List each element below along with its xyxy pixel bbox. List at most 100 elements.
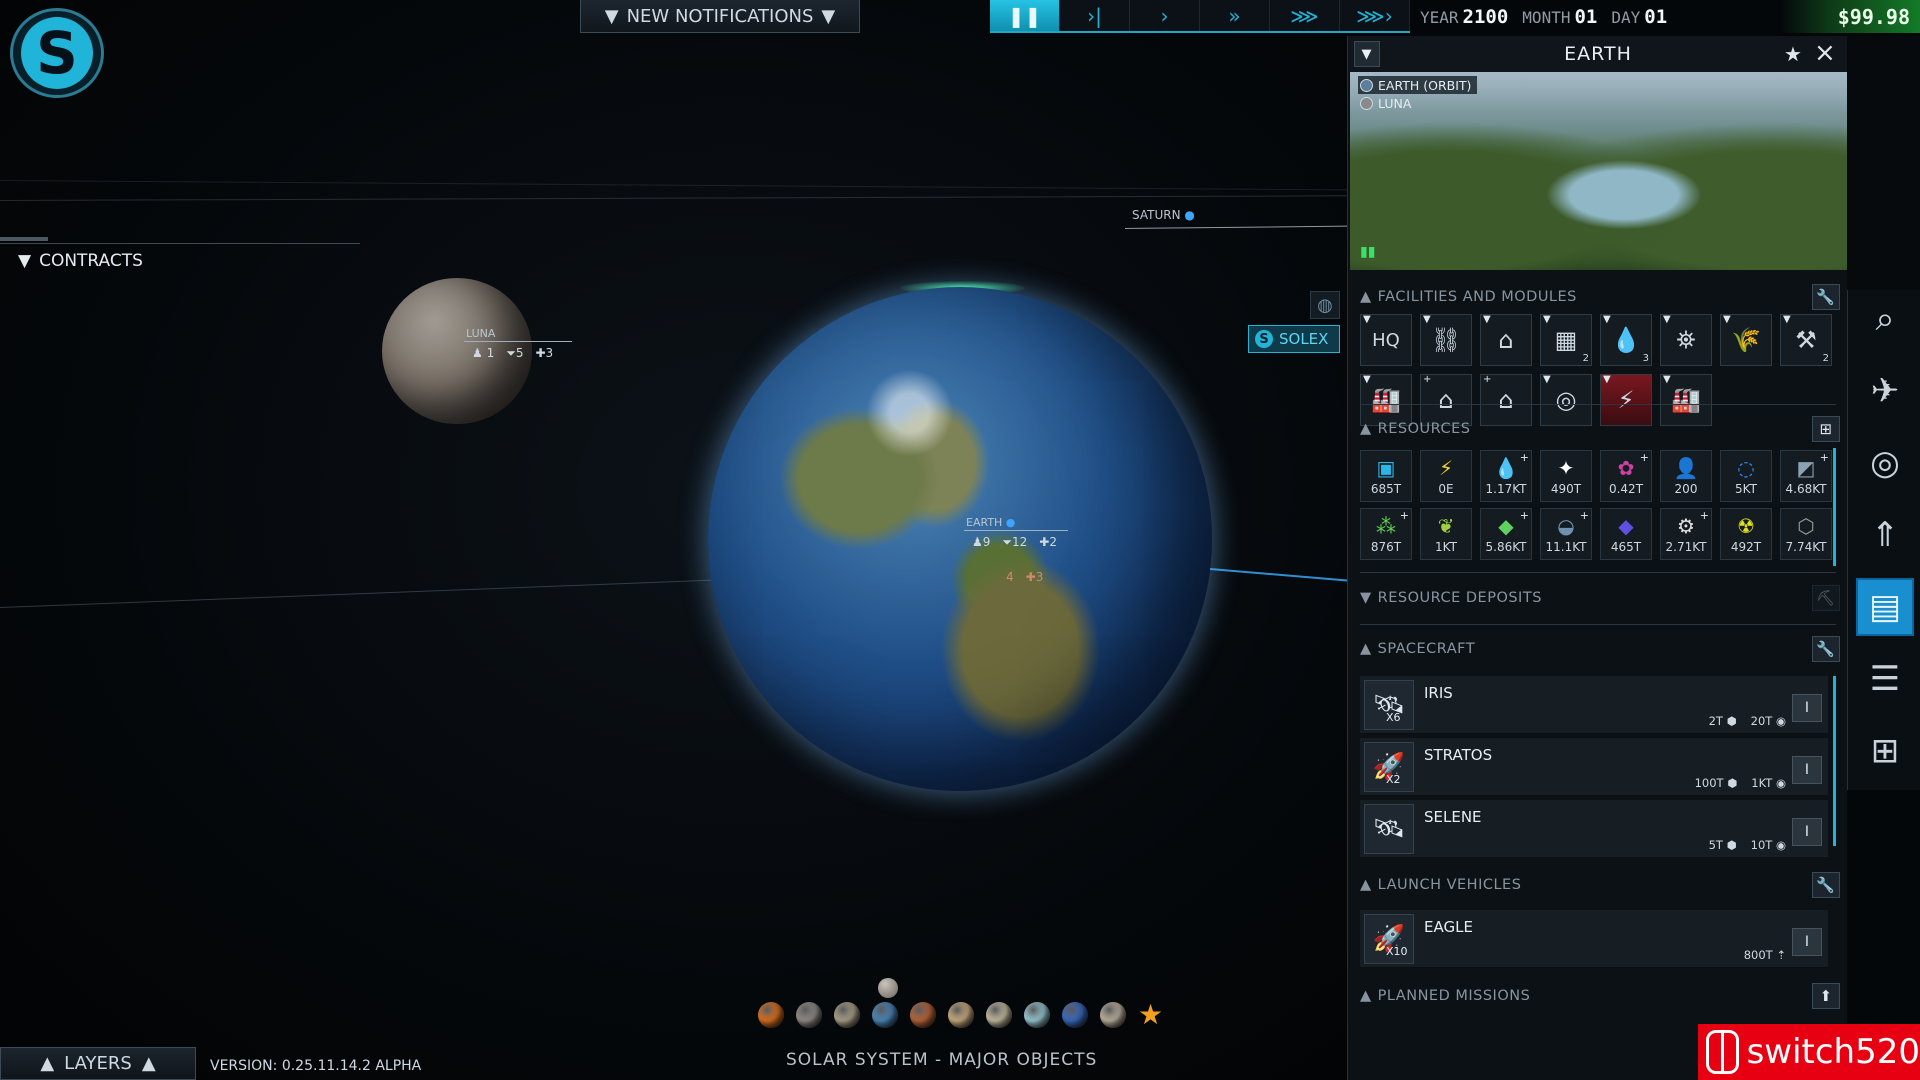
resource-slot[interactable]: ⚙ 2.71KT + — [1660, 508, 1712, 560]
facility-slot[interactable]: ▼ ⛯ — [1660, 314, 1712, 366]
facilities-icon[interactable]: ▤ — [1856, 578, 1914, 636]
plus-icon: + — [1579, 509, 1589, 522]
wrench-icon[interactable]: 🔧 — [1812, 636, 1840, 662]
facility-slot[interactable]: ▼ HQ — [1360, 314, 1412, 366]
close-icon[interactable]: × — [1814, 38, 1837, 68]
launch-vehicles-section-header[interactable]: ▲ LAUNCH VEHICLES 🔧 — [1360, 872, 1840, 898]
chevron-up-icon: ▲ — [1360, 641, 1372, 657]
facility-slot[interactable]: ▼ ⛓ — [1420, 314, 1472, 366]
info-button[interactable]: i — [1792, 928, 1822, 956]
step-button[interactable]: ›| — [1060, 0, 1130, 31]
resource-slot[interactable]: ❦ 1KT — [1420, 508, 1472, 560]
planet-jupiter-button[interactable] — [948, 1002, 974, 1028]
resources-section-header[interactable]: ▲ RESOURCES ⊞ — [1360, 416, 1840, 442]
year-display: YEAR 2100 — [1420, 6, 1508, 28]
missions-section-header[interactable]: ▲ PLANNED MISSIONS ⬆ — [1360, 983, 1840, 1009]
facility-slot[interactable]: ▼ ⚒ 2 — [1780, 314, 1832, 366]
facility-flag-icon: ▼ — [1543, 314, 1551, 325]
spacecraft-name: SELENE — [1424, 808, 1482, 826]
planet-sun-button[interactable] — [758, 1002, 784, 1028]
wrench-icon[interactable]: 🔧 — [1812, 284, 1840, 310]
location-earth-orbit[interactable]: EARTH (ORBIT) — [1358, 76, 1478, 94]
market-icon[interactable]: ⊞ — [1856, 722, 1914, 780]
resource-slot[interactable]: ◒ 11.1KT + — [1540, 508, 1592, 560]
notifications-button[interactable]: ▼ NEW NOTIFICATIONS ▼ — [580, 0, 860, 33]
layers-button[interactable]: ▲ LAYERS ▲ — [0, 1047, 196, 1080]
planet-mars-button[interactable] — [910, 1002, 936, 1028]
facility-slot[interactable]: ▼ 💧 3 — [1600, 314, 1652, 366]
planet-pluto-button[interactable] — [1100, 1002, 1126, 1028]
finance-icon[interactable]: ☰ — [1856, 650, 1914, 708]
resource-slot[interactable]: ✿ 0.42T + — [1600, 450, 1652, 502]
satellite-icon[interactable]: ✈ — [1856, 362, 1914, 420]
resource-slot[interactable]: ◆ 465T — [1600, 508, 1652, 560]
saturn-tag[interactable]: SATURN ● — [1132, 208, 1195, 222]
location-luna[interactable]: LUNA — [1358, 94, 1417, 112]
facility-icon: ⛯ — [1676, 326, 1696, 354]
fastest-button[interactable]: ⋙› — [1340, 0, 1410, 31]
resource-slot[interactable]: ☢ 492T — [1720, 508, 1772, 560]
planet-moon-button[interactable] — [878, 978, 898, 998]
info-button[interactable]: i — [1792, 694, 1822, 722]
spacecraft-row[interactable]: 🛰 x6 IRIS 2T ⬢ 20T ◉ i — [1360, 676, 1828, 734]
planet-earth-button[interactable] — [872, 1002, 898, 1028]
play-button[interactable]: › — [1130, 0, 1200, 31]
rocket-icon[interactable]: ⬆ — [1812, 983, 1840, 1009]
scrollbar[interactable] — [1833, 448, 1836, 566]
info-button[interactable]: i — [1792, 818, 1822, 846]
section-title: SPACECRAFT — [1377, 641, 1476, 657]
deposits-section-header[interactable]: ▼ RESOURCE DEPOSITS ⛏ — [1360, 585, 1840, 611]
spacecraft-section-header[interactable]: ▲ SPACECRAFT 🔧 — [1360, 636, 1840, 662]
spacecraft-row[interactable]: 🛰 SELENE 5T ⬢ 10T ◉ i — [1360, 800, 1828, 858]
resource-slot[interactable]: ◌ 5KT — [1720, 450, 1772, 502]
orbit-line — [0, 180, 1347, 191]
resource-slot[interactable]: 💧 1.17KT + — [1480, 450, 1532, 502]
fast-button[interactable]: » — [1200, 0, 1270, 31]
resource-slot[interactable]: ◩ 4.68KT + — [1780, 450, 1832, 502]
resource-slot[interactable]: ⁂ 876T + — [1360, 508, 1412, 560]
solex-badge[interactable]: S SOLEX — [1248, 325, 1340, 353]
rocket-icon[interactable]: ⇑ — [1856, 506, 1914, 564]
resource-slot[interactable]: ⬡ 7.74KT — [1780, 508, 1832, 560]
favorite-star-icon[interactable]: ★ — [1784, 42, 1803, 66]
contracts-toggle[interactable]: ▼ CONTRACTS — [18, 251, 143, 271]
pickaxe-icon[interactable]: ⛏ — [1812, 585, 1840, 611]
facility-slot[interactable]: ▼ ⌂ — [1480, 314, 1532, 366]
facility-slot[interactable]: ▼ ▦ 2 — [1540, 314, 1592, 366]
collapse-button[interactable]: ▼ — [1354, 41, 1380, 67]
label-underline — [964, 530, 1068, 531]
resource-slot[interactable]: ✦ 490T — [1540, 450, 1592, 502]
planet-saturn-button[interactable] — [986, 1002, 1012, 1028]
info-button[interactable]: i — [1792, 756, 1822, 784]
faster-button[interactable]: ⋙ — [1270, 0, 1340, 31]
planet-venus-button[interactable] — [834, 1002, 860, 1028]
facility-flag-icon: ▼ — [1363, 314, 1371, 325]
section-title: PLANNED MISSIONS — [1377, 988, 1531, 1004]
game-logo[interactable]: S — [10, 8, 104, 98]
orbit-icon[interactable]: ◎ — [1856, 434, 1914, 492]
resource-slot[interactable]: ⚡ 0E — [1420, 450, 1472, 502]
favorites-star-icon[interactable]: ★ — [1138, 1001, 1163, 1029]
resource-market-icon[interactable]: ⊞ — [1812, 416, 1840, 442]
planet-uranus-button[interactable] — [1024, 1002, 1050, 1028]
globe-view-button[interactable]: ◍ — [1310, 291, 1340, 319]
pause-button[interactable]: ❚❚ — [990, 0, 1060, 31]
earth-tag[interactable]: EARTH ● ♟9 ⏷12 ✚2 4 ✚3 — [964, 516, 1068, 584]
search-icon[interactable]: ⌕ — [1856, 290, 1914, 348]
resource-value: 1KT — [1435, 540, 1457, 554]
facility-slot[interactable]: ▼ 🌾 — [1720, 314, 1772, 366]
facilities-section-header[interactable]: ▲ FACILITIES AND MODULES 🔧 — [1360, 284, 1840, 310]
planet-neptune-button[interactable] — [1062, 1002, 1088, 1028]
cargo-capacity: 100T ⬢ — [1694, 776, 1738, 790]
resource-slot[interactable]: ▣ 685T — [1360, 450, 1412, 502]
planet-mercury-button[interactable] — [796, 1002, 822, 1028]
luna-tag[interactable]: LUNA ♟ 1 ⏷5 ✚3 — [464, 327, 572, 360]
resource-slot[interactable]: 👤 200 — [1660, 450, 1712, 502]
resource-slot[interactable]: ◆ 5.86KT + — [1480, 508, 1532, 560]
scrollbar[interactable] — [1833, 676, 1836, 846]
launch-vehicle-row[interactable]: 🚀 x10 EAGLE 800T ⇡ i — [1360, 910, 1828, 968]
wrench-icon[interactable]: 🔧 — [1812, 872, 1840, 898]
spacecraft-row[interactable]: 🚀 x2 STRATOS 100T ⬢ 1KT ◉ i — [1360, 738, 1828, 796]
facility-flag-icon: ▼ — [1543, 374, 1551, 385]
earth-body[interactable] — [708, 287, 1212, 791]
